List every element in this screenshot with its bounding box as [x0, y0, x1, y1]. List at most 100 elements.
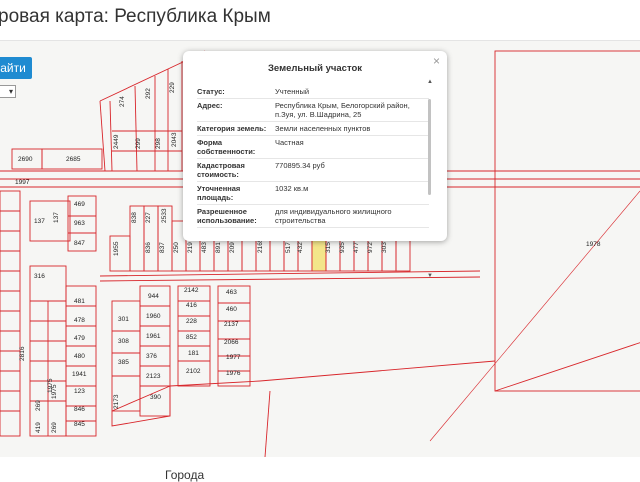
parcel-boundary: [65, 285, 97, 437]
parcel-number-label: 416: [186, 302, 197, 309]
info-row-ownership: Форма собственности: Частная: [197, 136, 429, 159]
parcel-number-label: 390: [150, 394, 161, 401]
parcel-number-label: 837: [159, 242, 166, 253]
parcel-number-label: 2102: [186, 368, 201, 375]
parcel-number-label: 269: [51, 422, 58, 433]
page-title: ровая карта: Республика Крым: [0, 6, 271, 27]
parcel-number-label: 298: [155, 138, 162, 149]
parcel-number-label: 1997: [15, 179, 30, 186]
parcel-boundary: [0, 190, 21, 437]
parcel-number-label: 2685: [66, 156, 81, 163]
parcel-boundary: [494, 50, 640, 392]
parcel-number-label: 228: [186, 318, 197, 325]
info-row-address: Адрес: Республика Крым, Белогорский район…: [197, 99, 429, 122]
parcel-number-label: 944: [148, 293, 159, 300]
layer-select[interactable]: ▾: [0, 85, 16, 98]
parcel-number-label: 303: [381, 242, 388, 253]
info-row-cadastral-value: Кадастровая стоимость: 770895.34 руб: [197, 159, 429, 182]
info-row-area: Уточненная площадь: 1032 кв.м: [197, 182, 429, 205]
parcel-number-label: 2066: [224, 339, 239, 346]
parcel-number-label: 935: [339, 242, 346, 253]
parcel-number-label: 480: [74, 353, 85, 360]
parcel-number-label: 269: [35, 400, 42, 411]
parcel-number-label: 469: [74, 201, 85, 208]
road-line: [259, 360, 496, 382]
parcel-number-label: 1941: [72, 371, 87, 378]
parcel-number-label: 479: [74, 335, 85, 342]
parcel-number-label: 2690: [18, 156, 33, 163]
parcel-number-label: 845: [74, 421, 85, 428]
parcel-number-label: 2816: [19, 346, 26, 361]
parcel-number-label: 123: [74, 388, 85, 395]
info-row-land-category: Категория земель: Земли населенных пункто…: [197, 122, 429, 136]
parcel-number-label: 1961: [146, 333, 161, 340]
info-row-permitted-use: Разрешенное использование: для индивидуал…: [197, 205, 429, 228]
parcel-number-label: 299: [135, 138, 142, 149]
parcel-number-label: 2137: [224, 321, 239, 328]
parcel-number-label: 308: [118, 338, 129, 345]
close-icon[interactable]: ×: [433, 54, 440, 68]
road-line: [264, 390, 271, 457]
parcel-number-label: 137: [34, 218, 45, 225]
parcel-number-label: 2173: [113, 394, 120, 409]
parcel-number-label: 292: [145, 88, 152, 99]
parcel-number-label: 963: [74, 220, 85, 227]
parcel-number-label: 460: [226, 306, 237, 313]
parcel-number-label: 2533: [161, 208, 168, 223]
find-button[interactable]: айти: [0, 57, 32, 79]
road-line: [169, 380, 261, 387]
popup-title: Земельный участок: [267, 63, 363, 74]
popup-scrollbar[interactable]: [428, 87, 431, 237]
parcel-number-label: 274: [119, 96, 126, 107]
parcel-number-label: 137: [53, 212, 60, 223]
parcel-number-label: 376: [146, 353, 157, 360]
parcel-number-label: 1975: [51, 384, 58, 399]
parcel-number-label: 478: [74, 317, 85, 324]
parcel-number-label: 1978: [586, 241, 601, 248]
info-row-status: Статус: Учтенный: [197, 85, 429, 99]
parcel-number-label: 836: [145, 242, 152, 253]
parcel-number-label: 463: [226, 289, 237, 296]
parcel-number-label: 1955: [113, 241, 120, 256]
parcel-boundary: [494, 342, 640, 392]
parcel-number-label: 891: [215, 242, 222, 253]
parcel-boundary: [111, 385, 171, 427]
parcel-number-label: 1960: [146, 313, 161, 320]
parcel-number-label: 852: [186, 334, 197, 341]
parcel-number-label: 227: [145, 212, 152, 223]
parcel-boundary: [99, 100, 106, 172]
parcel-number-label: 301: [118, 316, 129, 323]
road-line: [99, 276, 481, 282]
parcel-number-label: 2123: [146, 373, 161, 380]
parcel-number-label: 385: [118, 359, 129, 366]
parcel-number-label: 181: [188, 350, 199, 357]
scroll-thumb[interactable]: [428, 99, 431, 195]
parcel-number-label: 250: [173, 242, 180, 253]
parcel-number-label: 419: [35, 422, 42, 433]
parcel-number-label: 209: [229, 242, 236, 253]
parcel-number-label: 846: [74, 406, 85, 413]
popup-body[interactable]: Статус: Учтенный Адрес: Республика Крым, Б…: [197, 85, 429, 231]
parcel-number-label: 1976: [226, 370, 241, 377]
parcel-info-popup: Земельный участок × ▲ Статус: Учтенный Ад…: [183, 51, 447, 279]
parcel-number-label: 2142: [184, 287, 199, 294]
parcel-number-label: 838: [131, 212, 138, 223]
scroll-down-icon[interactable]: ▼: [427, 273, 433, 279]
parcel-number-label: 2449: [113, 134, 120, 149]
chevron-down-icon: ▾: [8, 87, 13, 96]
parcel-number-label: 219: [187, 242, 194, 253]
parcel-boundary: [109, 100, 113, 172]
parcel-number-label: 477: [353, 242, 360, 253]
parcel-number-label: 315: [325, 242, 332, 253]
parcel-number-label: 2043: [171, 132, 178, 147]
parcel-number-label: 316: [34, 273, 45, 280]
parcel-number-label: 229: [169, 82, 176, 93]
parcel-boundary: [134, 85, 138, 172]
parcel-number-label: 483: [201, 242, 208, 253]
road-line: [99, 270, 481, 277]
parcel-number-label: 517: [285, 242, 292, 253]
parcel-number-label: 847: [74, 240, 85, 247]
parcel-number-label: 432: [297, 242, 304, 253]
parcel-boundary: [429, 190, 640, 442]
parcel-number-label: 1977: [226, 354, 241, 361]
